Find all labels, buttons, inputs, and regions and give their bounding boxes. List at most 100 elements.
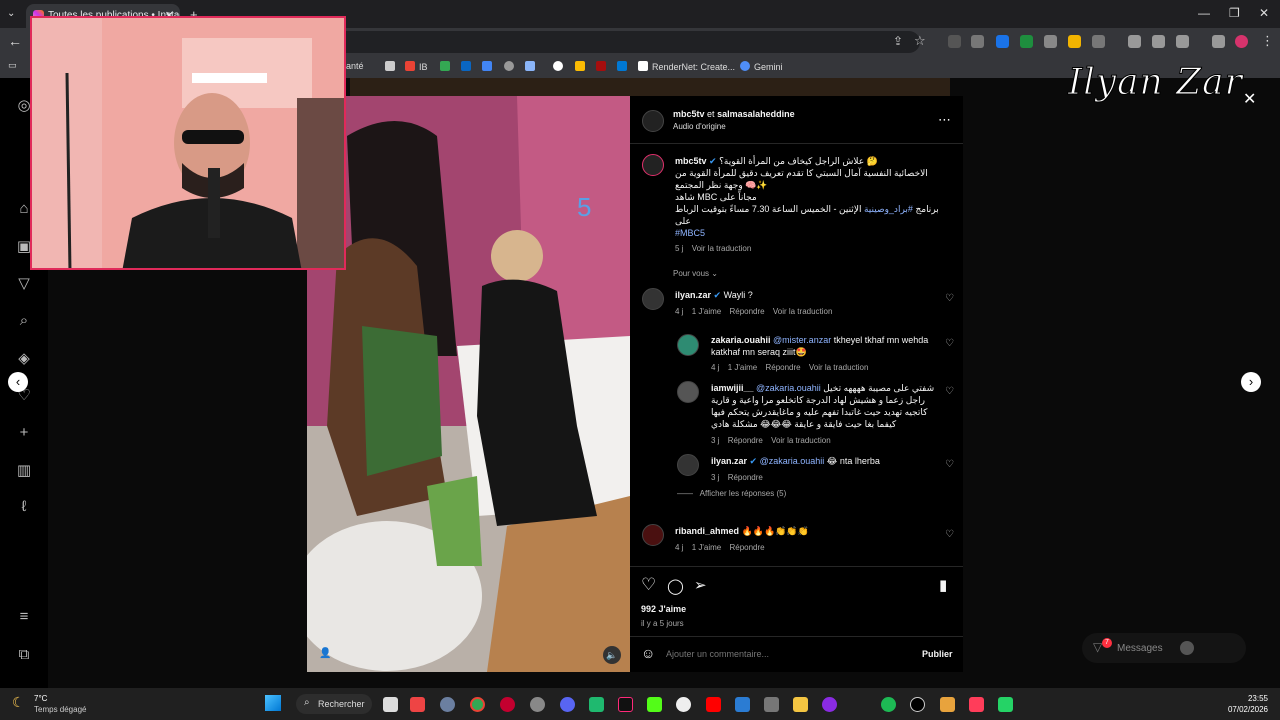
tagged-user-icon[interactable]: 👤 [319, 648, 331, 659]
post-header-account-1[interactable]: mbc5tv [673, 109, 705, 119]
emoji-icon[interactable]: ☺ [641, 645, 655, 661]
password-key-icon[interactable] [1152, 35, 1165, 48]
reply-button[interactable]: Répondre [729, 307, 764, 316]
create-icon[interactable]: + [14, 424, 34, 444]
obs-icon[interactable] [910, 697, 925, 712]
bookmark-ib[interactable]: IB [405, 61, 428, 72]
comment-avatar[interactable] [677, 381, 699, 403]
for-you-dropdown[interactable]: Pour vous ⌄ [673, 269, 718, 278]
comment-avatar[interactable] [677, 334, 699, 356]
windows-start-icon[interactable] [265, 695, 281, 711]
meta-apps-icon[interactable]: ⧉ [14, 646, 34, 666]
like-comment-icon[interactable]: ♡ [945, 338, 954, 349]
task-view-icon[interactable] [383, 697, 398, 712]
caption-author-avatar[interactable] [642, 154, 664, 176]
taskbar-app-icon[interactable] [589, 697, 604, 712]
minimize-icon[interactable]: — [1198, 6, 1210, 20]
bookmark-icon[interactable] [504, 61, 518, 72]
dashboard-icon[interactable]: ▥ [14, 461, 34, 481]
clock-time[interactable]: 23:55 [1236, 694, 1268, 703]
next-post-icon[interactable]: › [1241, 372, 1261, 392]
settings-icon[interactable] [440, 697, 455, 712]
bookmark-icon[interactable] [525, 61, 539, 72]
taskbar-app-icon[interactable] [998, 697, 1013, 712]
reply-button[interactable]: Répondre [765, 363, 800, 372]
threads-icon[interactable]: ℓ [14, 498, 34, 518]
bookmark-icon[interactable] [596, 61, 610, 72]
back-icon[interactable]: ← [8, 33, 22, 49]
comment-icon[interactable]: ◯ [667, 577, 684, 595]
like-comment-icon[interactable]: ♡ [945, 529, 954, 540]
comment-avatar[interactable] [642, 288, 664, 310]
history-icon[interactable] [1176, 35, 1189, 48]
reply-button[interactable]: Répondre [728, 436, 763, 445]
bookmark-rendernet[interactable]: RenderNet: Create... [638, 61, 735, 72]
bookmark-linkedin-icon[interactable] [461, 61, 475, 72]
extension-icon[interactable] [1128, 35, 1141, 48]
view-replies-button[interactable]: —— Afficher les réponses (5) [677, 489, 786, 498]
bookmark-drive-icon[interactable] [440, 61, 454, 72]
mute-icon[interactable]: 🔈 [603, 646, 621, 664]
search-icon[interactable]: ⌕ [14, 312, 34, 332]
comment-avatar[interactable] [677, 454, 699, 476]
translate-link[interactable]: Voir la traduction [771, 436, 831, 445]
post-author-avatar[interactable] [642, 110, 664, 132]
more-options-icon[interactable]: ⋯ [938, 112, 951, 128]
save-bookmark-icon[interactable]: ▮ [939, 576, 947, 594]
taskbar-app-icon[interactable] [530, 697, 545, 712]
bookmark-icon[interactable] [553, 61, 567, 72]
reading-list-icon[interactable] [1212, 35, 1225, 48]
extension-icon[interactable] [948, 35, 961, 48]
discord-icon[interactable] [560, 697, 575, 712]
extension-icon[interactable] [971, 35, 984, 48]
tiktok-icon[interactable] [618, 697, 633, 712]
bookmark-gemini[interactable]: Gemini [740, 61, 783, 72]
bookmark-icon[interactable] [575, 61, 589, 72]
like-post-icon[interactable]: ♡ [641, 575, 656, 595]
install-app-icon[interactable]: ⇪ [893, 34, 903, 48]
bookmark-icon[interactable] [385, 61, 399, 72]
taskbar-search[interactable]: ⌕ Rechercher [296, 694, 372, 714]
comment-input[interactable] [666, 646, 906, 662]
extension-icon[interactable] [996, 35, 1009, 48]
youtube-icon[interactable] [706, 697, 721, 712]
likes-count[interactable]: 992 J'aime [641, 604, 686, 614]
messages-label[interactable]: Messages [1117, 643, 1163, 654]
chrome-menu-icon[interactable]: ⋮ [1261, 33, 1274, 49]
close-window-icon[interactable]: ✕ [1259, 6, 1269, 20]
extension-icon[interactable] [1044, 35, 1057, 48]
taskbar-app-icon[interactable] [940, 697, 955, 712]
caption-username[interactable]: mbc5tv [675, 156, 707, 166]
weather-moon-icon[interactable]: ☾ [12, 694, 25, 711]
bookmarks-folder-icon[interactable]: ▭ [8, 60, 17, 71]
caption-hashtag[interactable]: #MBC5 [675, 227, 945, 239]
post-header-accounts[interactable]: mbc5tv et salmasalaheddine [673, 109, 795, 119]
weather-temp[interactable]: 7°C [34, 694, 47, 703]
address-bar[interactable] [300, 31, 920, 53]
like-comment-icon[interactable]: ♡ [945, 386, 954, 397]
more-menu-icon[interactable]: ≡ [14, 608, 34, 628]
extensions-puzzle-icon[interactable] [1092, 35, 1105, 48]
maximize-icon[interactable]: ❐ [1229, 6, 1240, 20]
taskbar-app-icon[interactable] [410, 697, 425, 712]
messages-icon[interactable]: ▽ [1093, 640, 1102, 654]
taskbar-app-icon[interactable] [822, 697, 837, 712]
caption-translate-link[interactable]: Voir la traduction [692, 244, 752, 253]
bookmark-docs-icon[interactable] [482, 61, 496, 72]
weather-desc[interactable]: Temps dégagé [34, 705, 86, 714]
bookmark-star-icon[interactable]: ☆ [914, 33, 926, 49]
post-header-account-2[interactable]: salmasalaheddine [717, 109, 795, 119]
audio-label[interactable]: Audio d'origine [673, 122, 726, 131]
previous-post-icon[interactable]: ‹ [8, 372, 28, 392]
file-explorer-icon[interactable] [793, 697, 808, 712]
explore-icon[interactable]: ◈ [14, 349, 34, 369]
share-icon[interactable]: ➢ [694, 576, 707, 594]
translate-link[interactable]: Voir la traduction [809, 363, 869, 372]
taskbar-app-icon[interactable] [676, 697, 691, 712]
spotify-icon[interactable] [881, 697, 896, 712]
extension-icon[interactable] [1020, 35, 1033, 48]
chrome-icon[interactable] [470, 697, 485, 712]
tab-search-icon[interactable]: ⌄ [7, 8, 15, 19]
word-icon[interactable] [735, 697, 750, 712]
kick-icon[interactable] [647, 697, 662, 712]
